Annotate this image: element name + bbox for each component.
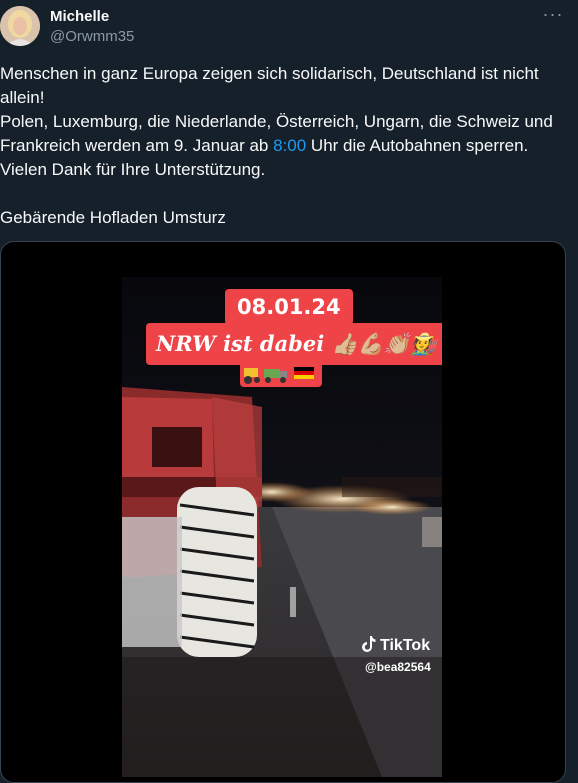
tweet-line-4: Gebärende Hofladen Umsturz — [0, 208, 226, 227]
tiktok-label: TikTok — [380, 637, 431, 654]
author-name[interactable]: Michelle — [50, 8, 109, 25]
tweet-line-2-end: Uhr die Autobahnen sperren. — [306, 136, 529, 155]
nrw-banner: NRW ist dabei 👍🏼💪🏼👏🏼🧑‍🌾 — [146, 323, 442, 365]
tiktok-watermark: TikTok — [361, 635, 430, 655]
german-flag-icon — [294, 367, 314, 379]
avatar[interactable] — [0, 6, 40, 46]
truck-icon — [264, 369, 287, 383]
media-container[interactable]: 08.01.24 NRW ist dabei 👍🏼💪🏼👏🏼🧑‍🌾 — [0, 241, 566, 783]
time-link[interactable]: 8:00 — [273, 136, 306, 155]
tweet-line-1: Menschen in ganz Europa zeigen sich soli… — [0, 64, 539, 107]
tweet-line-2: Polen, Luxemburg, die Niederlande, Öster… — [0, 110, 572, 158]
tweet-text: Menschen in ganz Europa zeigen sich soli… — [0, 62, 572, 230]
tractor-icon — [244, 368, 260, 384]
more-options-icon[interactable]: ··· — [541, 4, 565, 24]
video-player[interactable]: 08.01.24 NRW ist dabei 👍🏼💪🏼👏🏼🧑‍🌾 — [122, 277, 442, 777]
tiktok-username: @bea82564 — [365, 660, 431, 674]
author-handle[interactable]: @Orwmm35 — [50, 28, 134, 45]
tractor-flag-banner — [240, 361, 322, 387]
tweet-line-3: Vielen Dank für Ihre Unterstützung. — [0, 160, 266, 179]
tiktok-logo-icon — [361, 635, 377, 653]
date-banner: 08.01.24 — [225, 289, 353, 325]
tweet: Michelle @Orwmm35 ··· Menschen in ganz E… — [0, 0, 578, 783]
